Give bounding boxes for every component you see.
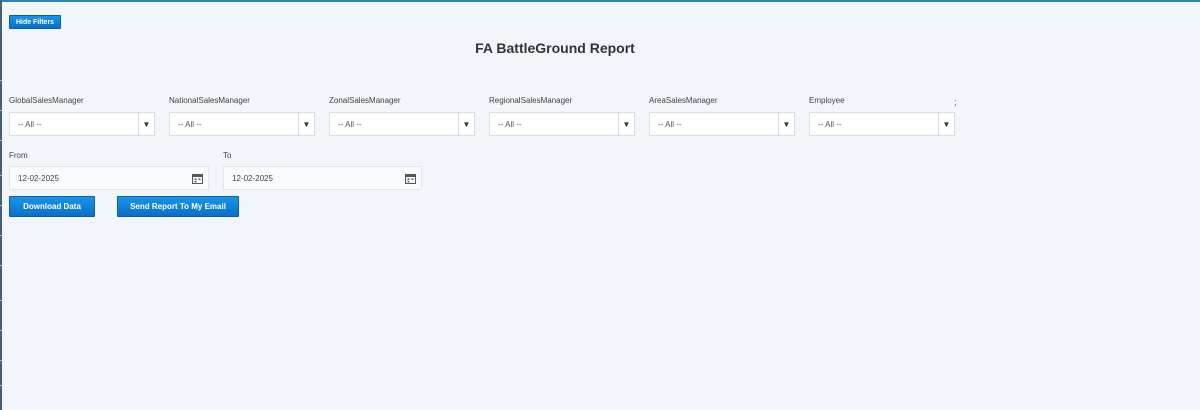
filter-label-area-sales-manager: AreaSalesManager	[649, 96, 718, 105]
chevron-down-icon[interactable]: ▼	[458, 113, 474, 135]
hide-filters-button[interactable]: Hide Filters	[9, 15, 61, 29]
from-date-label: From	[9, 151, 28, 160]
to-date-label: To	[223, 151, 232, 160]
calendar-icon[interactable]	[190, 171, 204, 185]
area-sales-manager-select[interactable]: -- All -- ▼	[649, 112, 795, 136]
to-date-value: 12-02-2025	[232, 173, 273, 183]
from-date-value: 12-02-2025	[18, 173, 59, 183]
stray-text: ;	[954, 97, 957, 107]
download-data-button[interactable]: Download Data	[9, 196, 95, 217]
employee-select[interactable]: -- All -- ▼	[809, 112, 955, 136]
from-date-input[interactable]: 12-02-2025	[9, 166, 209, 190]
filter-label-global-sales-manager: GlobalSalesManager	[9, 96, 84, 105]
top-accent-border	[0, 0, 1200, 2]
filter-label-national-sales-manager: NationalSalesManager	[169, 96, 250, 105]
select-value: -- All --	[338, 119, 362, 129]
select-value: -- All --	[658, 119, 682, 129]
page-title: FA BattleGround Report	[475, 40, 635, 56]
chevron-down-icon[interactable]: ▼	[138, 113, 154, 135]
select-value: -- All --	[818, 119, 842, 129]
global-sales-manager-select[interactable]: -- All -- ▼	[9, 112, 155, 136]
to-date-input[interactable]: 12-02-2025	[223, 166, 422, 190]
select-value: -- All --	[18, 119, 42, 129]
chevron-down-icon[interactable]: ▼	[298, 113, 314, 135]
chevron-down-icon[interactable]: ▼	[778, 113, 794, 135]
regional-sales-manager-select[interactable]: -- All -- ▼	[489, 112, 635, 136]
chevron-down-icon[interactable]: ▼	[938, 113, 954, 135]
filter-label-zonal-sales-manager: ZonalSalesManager	[329, 96, 401, 105]
zonal-sales-manager-select[interactable]: -- All -- ▼	[329, 112, 475, 136]
select-value: -- All --	[178, 119, 202, 129]
filter-label-regional-sales-manager: RegionalSalesManager	[489, 96, 573, 105]
national-sales-manager-select[interactable]: -- All -- ▼	[169, 112, 315, 136]
select-value: -- All --	[498, 119, 522, 129]
filter-label-employee: Employee	[809, 96, 845, 105]
chevron-down-icon[interactable]: ▼	[618, 113, 634, 135]
calendar-icon[interactable]	[403, 171, 417, 185]
left-sidebar-strip	[0, 0, 2, 410]
send-report-email-button[interactable]: Send Report To My Email	[117, 196, 239, 217]
